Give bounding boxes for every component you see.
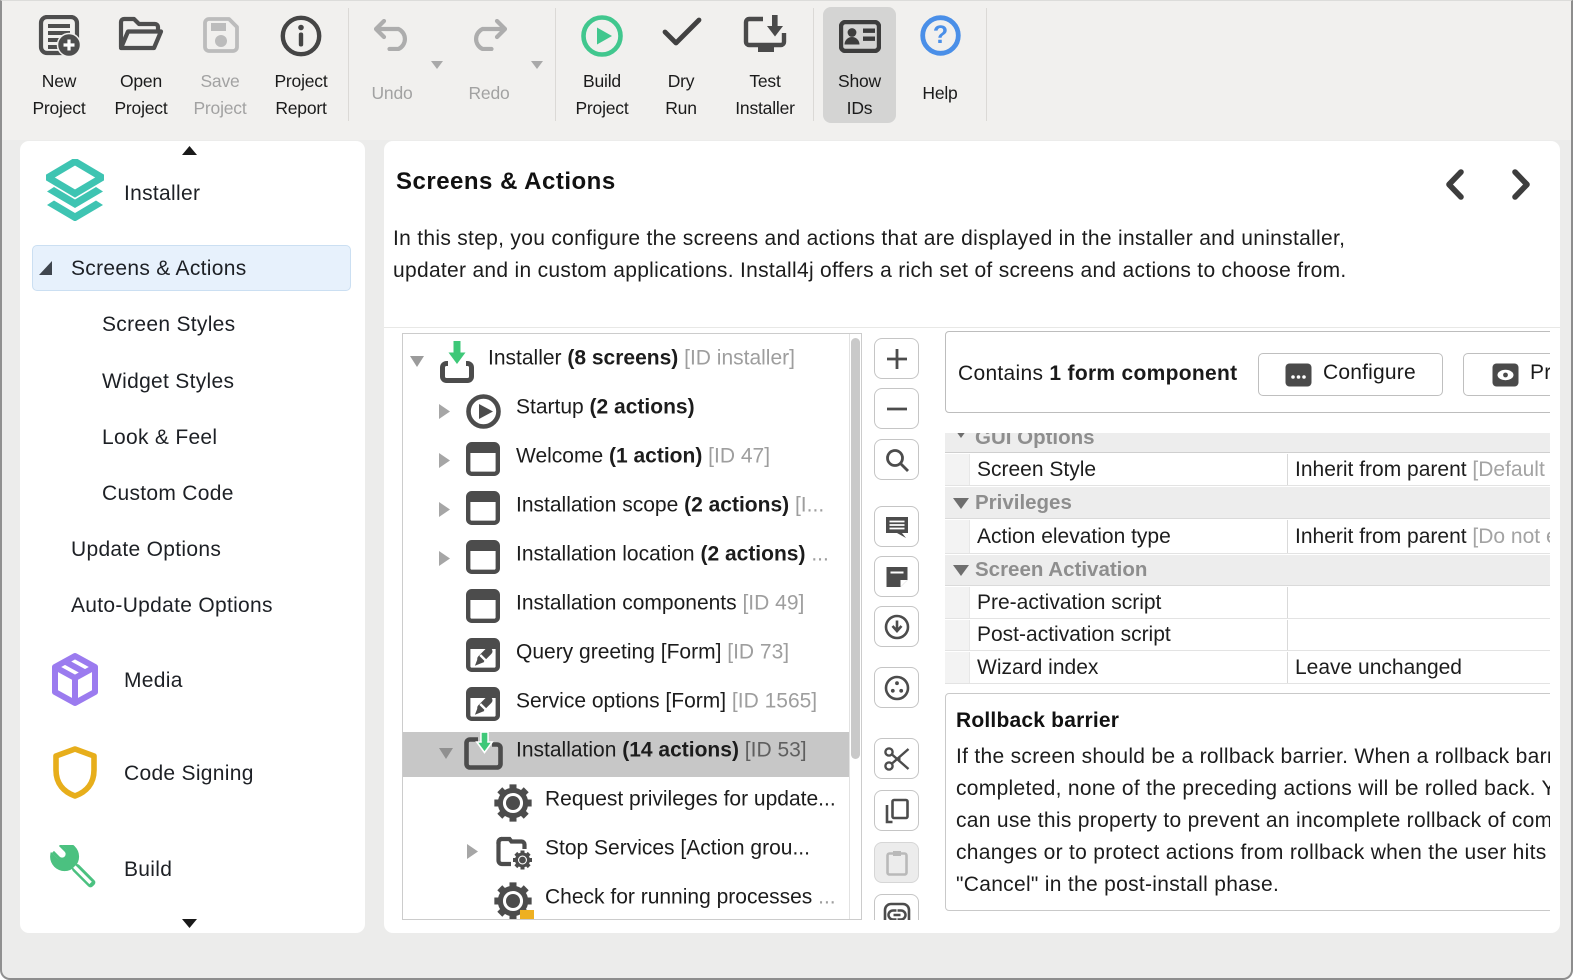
svg-text:?: ? xyxy=(933,21,948,49)
